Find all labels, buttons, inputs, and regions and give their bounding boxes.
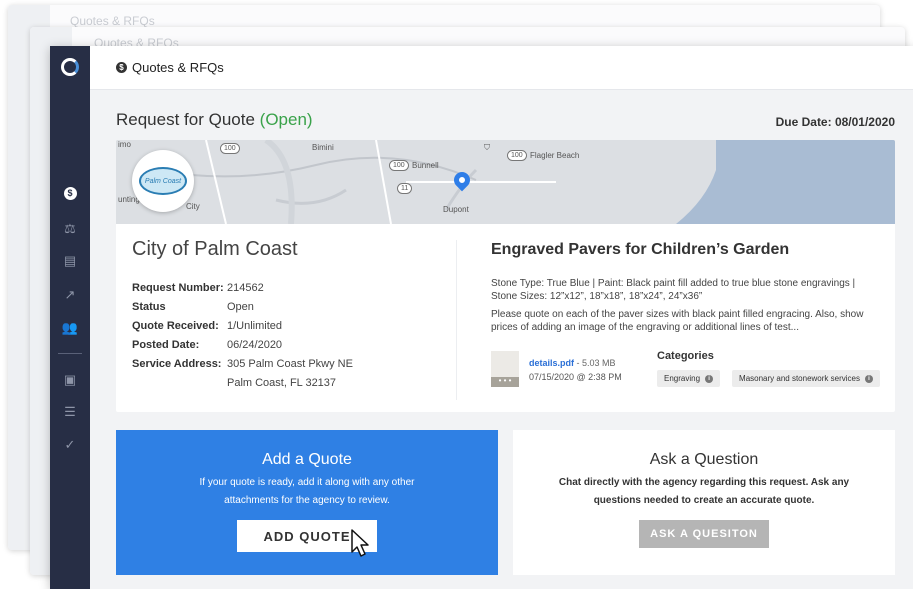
add-quote-text: If your quote is ready, add it along wit… [199, 477, 415, 506]
info-value: Palm Coast, FL 32137 [227, 376, 337, 389]
file-icon: • • • [491, 351, 519, 387]
sidebar: $ ⚖ ▤ ↗ 👥 ▣ ☰ ✓ [50, 46, 90, 589]
sidebar-divider [58, 353, 82, 354]
sidebar-item-documents[interactable]: ▤ [50, 249, 90, 273]
sidebar-item-saved[interactable]: ▣ [50, 368, 90, 392]
rfq-instructions: Please quote on each of the paver sizes … [491, 309, 864, 333]
trend-icon: ↗ [64, 287, 76, 302]
info-row: Request Number: 214562 [132, 278, 353, 297]
page-title: Request for Quote (Open) [116, 110, 313, 130]
route-badge: 100 [389, 160, 409, 171]
document-icon: ▤ [63, 253, 77, 268]
page-title-text: Request for Quote [116, 110, 255, 129]
seal-logo: Palm Coast [139, 167, 187, 195]
map-label: Flagler Beach [530, 151, 580, 160]
attachment-link[interactable]: details.pdf - 5.03 MB [529, 358, 622, 368]
info-value: 305 Palm Coast Pkwy NE [227, 357, 353, 370]
map-label: Bimini [312, 143, 334, 152]
top-bar: $ Quotes & RFQs [90, 46, 913, 90]
add-quote-heading: Add a Quote [262, 451, 352, 468]
info-row: Status Open [132, 297, 353, 316]
rfq-specs: Stone Type: True Blue | Paint: Black pai… [491, 278, 856, 302]
file-size: - 5.03 MB [574, 358, 616, 368]
column-divider [456, 240, 457, 400]
route-badge: 11 [397, 183, 413, 194]
route-badge: 100 [507, 150, 527, 161]
category-tag[interactable]: Engraving i [657, 370, 721, 387]
attachment-meta: details.pdf - 5.03 MB 07/15/2020 @ 2:38 … [529, 351, 622, 382]
check-icon: ✓ [64, 437, 76, 452]
save-icon: ▣ [63, 372, 77, 387]
info-key: Status [132, 300, 166, 313]
request-info: Request Number: 214562 Status Open Quote R… [132, 278, 353, 392]
location-map[interactable]: imo 100 Bimini 100 Bunnell 11 Dupont ⛉ 1… [116, 140, 895, 224]
sidebar-item-completed[interactable]: ✓ [50, 433, 90, 457]
info-row: Palm Coast, FL 32137 [132, 373, 353, 392]
map-label: Dupont [443, 205, 469, 214]
page-header-title: Quotes & RFQs [132, 60, 224, 75]
category-tag[interactable]: Masonary and stonework services i [732, 370, 880, 387]
sidebar-item-analytics[interactable]: ↗ [50, 283, 90, 307]
sidebar-item-bids[interactable]: ⚖ [50, 217, 90, 241]
ask-question-button[interactable]: ASK A QUESITON [639, 520, 769, 548]
list-icon: ☰ [64, 404, 76, 419]
info-key: Quote Received: [132, 319, 219, 332]
map-shield-icon: ⛉ [484, 143, 490, 152]
ask-question-heading: Ask a Question [649, 451, 759, 468]
rfq-title: Engraved Pavers for Children’s Garden [491, 241, 790, 258]
category-label: Engraving [664, 374, 701, 383]
mouse-cursor-icon [351, 529, 369, 557]
info-row: Posted Date: 06/24/2020 [132, 335, 353, 354]
file-date: 07/15/2020 @ 2:38 PM [529, 372, 622, 382]
agency-seal: Palm Coast [132, 150, 194, 212]
info-icon[interactable]: i [864, 374, 873, 383]
info-value: Open [227, 300, 254, 313]
logo-icon[interactable] [61, 58, 79, 76]
status-badge: (Open) [259, 110, 313, 129]
info-row: Service Address: 305 Palm Coast Pkwy NE [132, 354, 353, 373]
categories-list: Engraving i Masonary and stonework servic… [657, 370, 892, 387]
attachment[interactable]: • • • details.pdf - 5.03 MB 07/15/2020 @… [491, 351, 622, 387]
sidebar-item-quotes[interactable]: $ [50, 181, 90, 205]
due-date: Due Date: 08/01/2020 [775, 115, 895, 129]
category-label: Masonary and stonework services [739, 374, 860, 383]
main-window: $ ⚖ ▤ ↗ 👥 ▣ ☰ ✓ $ Quotes & RFQs Request … [50, 46, 913, 589]
rfq-description: Stone Type: True Blue | Paint: Black pai… [491, 277, 876, 339]
info-value: 214562 [227, 281, 264, 294]
users-icon: 👥 [61, 320, 79, 335]
dollar-icon: $ [116, 62, 127, 73]
route-badge: 100 [220, 143, 240, 154]
map-label: imo [118, 140, 131, 149]
add-quote-panel: Add a Quote If your quote is ready, add … [116, 430, 498, 575]
sidebar-item-list[interactable]: ☰ [50, 400, 90, 424]
rfq-details-card: imo 100 Bimini 100 Bunnell 11 Dupont ⛉ 1… [116, 140, 895, 412]
info-key: Posted Date: [132, 338, 200, 351]
file-dots-icon: • • • [491, 377, 519, 387]
info-key: Request Number: [132, 281, 224, 294]
categories-label: Categories [657, 350, 714, 362]
sidebar-item-users[interactable]: 👥 [50, 316, 90, 340]
ask-question-panel: Ask a Question Chat directly with the ag… [513, 430, 895, 575]
gavel-icon: ⚖ [64, 221, 76, 236]
dollar-icon: $ [63, 186, 77, 200]
map-label: City [186, 202, 200, 211]
info-value: 1/Unlimited [227, 319, 283, 332]
agency-name: City of Palm Coast [132, 238, 298, 260]
info-icon[interactable]: i [705, 374, 714, 383]
file-name[interactable]: details.pdf [529, 358, 574, 368]
info-row: Quote Received: 1/Unlimited [132, 316, 353, 335]
map-label: Bunnell [412, 161, 439, 170]
ask-question-text: Chat directly with the agency regarding … [558, 477, 850, 506]
background-window-title: Quotes & RFQs [70, 14, 155, 28]
info-value: 06/24/2020 [227, 338, 283, 351]
info-key: Service Address: [132, 357, 222, 370]
